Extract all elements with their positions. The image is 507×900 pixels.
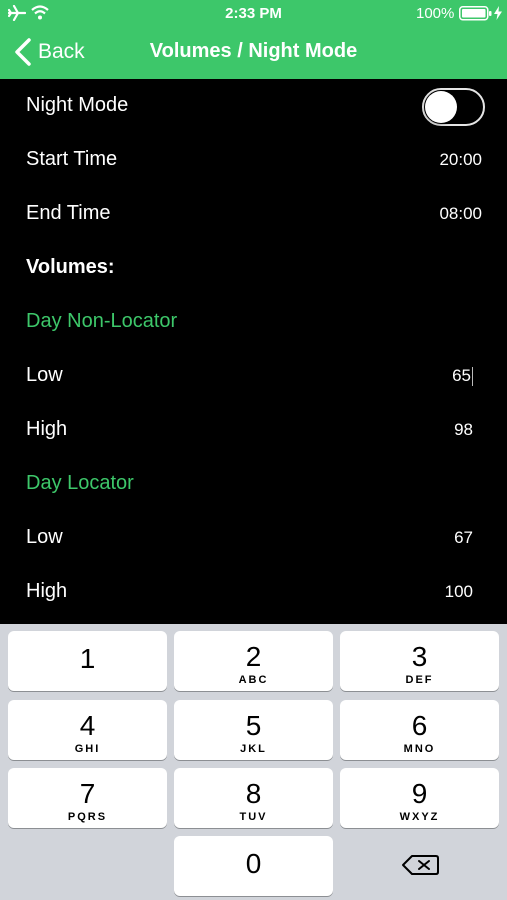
volume-low-label: Low (26, 526, 63, 548)
key-letters: WXYZ (399, 811, 440, 823)
key-letters: PQRS (67, 811, 108, 823)
key-letters: MNO (403, 743, 436, 755)
day-non-locator-low-row[interactable]: Low 65 (0, 349, 507, 403)
key-6[interactable]: 6 MNO (340, 700, 499, 760)
key-letters: GHI (74, 743, 101, 755)
volume-high-label: High (26, 580, 68, 602)
volumes-header-row: Volumes: (0, 241, 507, 295)
day-non-locator-low-input[interactable]: 65 (452, 366, 473, 387)
key-letters: ABC (238, 674, 269, 686)
settings-list: Night Mode Start Time 20:00 End Time 08:… (0, 79, 507, 624)
key-8[interactable]: 8 TUV (174, 768, 333, 828)
key-number: 7 (79, 778, 96, 809)
start-time-row[interactable]: Start Time 20:00 (0, 133, 507, 187)
nav-header: 2:33 PM 100% Back Volumes / Night Mode (0, 0, 507, 79)
key-4[interactable]: 4 GHI (8, 700, 167, 760)
end-time-row[interactable]: End Time 08:00 (0, 187, 507, 241)
night-mode-toggle[interactable] (422, 88, 485, 126)
start-time-label: Start Time (26, 148, 118, 170)
backspace-icon[interactable] (400, 853, 440, 877)
key-number: 4 (79, 710, 96, 741)
volume-high-label: High (26, 418, 68, 440)
key-3[interactable]: 3 DEF (340, 631, 499, 691)
end-time-label: End Time (26, 202, 111, 224)
day-non-locator-high-input[interactable]: 98 (454, 420, 473, 440)
key-number: 2 (245, 641, 262, 672)
charging-bolt-icon (494, 6, 502, 20)
volume-low-label: Low (26, 364, 63, 386)
key-number: 6 (411, 710, 428, 741)
section-header-row: Day Non-Locator (0, 295, 507, 349)
section-header-day-locator: Day Locator (26, 472, 134, 494)
key-number: 5 (245, 710, 262, 741)
day-locator-low-row[interactable]: Low 67 (0, 511, 507, 565)
text-cursor (472, 367, 473, 387)
battery-percent: 100% (416, 5, 455, 22)
battery-icon (459, 6, 492, 21)
night-mode-row: Night Mode (0, 79, 507, 133)
key-number: 3 (411, 641, 428, 672)
end-time-value[interactable]: 08:00 (439, 204, 482, 224)
section-header-row: Day Locator (0, 457, 507, 511)
key-5[interactable]: 5 JKL (174, 700, 333, 760)
key-letters: JKL (240, 743, 267, 755)
key-number: 1 (79, 643, 96, 674)
section-header-day-non-locator: Day Non-Locator (26, 310, 178, 332)
key-number: 0 (245, 848, 262, 879)
toggle-knob (425, 91, 457, 123)
numeric-keypad: 1 2 ABC 3 DEF 4 GHI 5 JKL 6 MNO 7 PQRS 8… (0, 624, 507, 900)
key-7[interactable]: 7 PQRS (8, 768, 167, 828)
key-number: 8 (245, 778, 262, 809)
key-number: 9 (411, 778, 428, 809)
key-2[interactable]: 2 ABC (174, 631, 333, 691)
key-9[interactable]: 9 WXYZ (340, 768, 499, 828)
status-bar: 2:33 PM 100% (0, 0, 507, 28)
key-letters: DEF (405, 674, 434, 686)
key-letters: TUV (239, 811, 268, 823)
volumes-header: Volumes: (26, 256, 115, 278)
input-value: 65 (452, 366, 471, 385)
start-time-value[interactable]: 20:00 (439, 150, 482, 170)
day-locator-high-input[interactable]: 100 (445, 582, 473, 602)
day-locator-low-input[interactable]: 67 (454, 528, 473, 548)
day-locator-high-row[interactable]: High 100 (0, 565, 507, 619)
night-mode-label: Night Mode (26, 94, 129, 116)
key-0[interactable]: 0 (174, 836, 333, 896)
page-title: Volumes / Night Mode (149, 40, 358, 62)
key-1[interactable]: 1 (8, 631, 167, 691)
day-non-locator-high-row[interactable]: High 98 (0, 403, 507, 457)
